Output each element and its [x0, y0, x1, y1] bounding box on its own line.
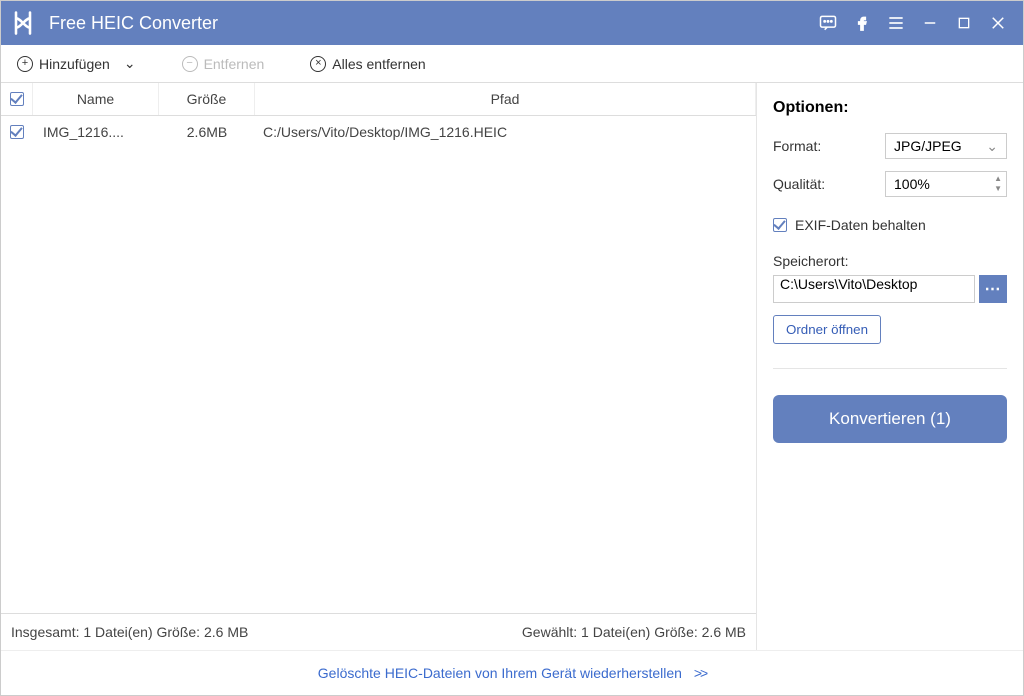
footer-text: Gelöschte HEIC-Dateien von Ihrem Gerät w… [318, 665, 682, 681]
chevron-down-icon: ⌄ [986, 138, 998, 155]
footer-link[interactable]: Gelöschte HEIC-Dateien von Ihrem Gerät w… [1, 650, 1023, 695]
add-button[interactable]: + Hinzufügen ⌄ [17, 55, 136, 72]
row-checkbox[interactable] [1, 124, 33, 140]
format-value: JPG/JPEG [894, 138, 962, 154]
col-size[interactable]: Größe [159, 83, 255, 115]
options-panel: Optionen: Format: JPG/JPEG ⌄ Qualität: 1… [757, 83, 1023, 650]
feedback-icon[interactable] [811, 6, 845, 40]
arrow-right-icon: >> [694, 665, 706, 681]
col-path[interactable]: Pfad [255, 83, 756, 115]
format-select[interactable]: JPG/JPEG ⌄ [885, 133, 1007, 159]
remove-label: Entfernen [204, 56, 265, 72]
plus-icon: + [17, 56, 33, 72]
cell-size: 2.6MB [159, 124, 255, 140]
location-label: Speicherort: [773, 253, 1007, 269]
file-list-panel: Name Größe Pfad IMG_1216.... 2.6MB C:/Us… [1, 83, 757, 650]
open-folder-button[interactable]: Ordner öffnen [773, 315, 881, 344]
table-header: Name Größe Pfad [1, 83, 756, 116]
titlebar: Free HEIC Converter [1, 1, 1023, 45]
quality-value: 100% [894, 176, 930, 192]
app-title: Free HEIC Converter [49, 13, 218, 34]
exif-label: EXIF-Daten behalten [795, 217, 926, 233]
close-icon[interactable] [981, 6, 1015, 40]
maximize-icon[interactable] [947, 6, 981, 40]
browse-button[interactable]: ⋯ [979, 275, 1007, 303]
quality-stepper[interactable]: 100% ▲▼ [885, 171, 1007, 197]
cell-path: C:/Users/Vito/Desktop/IMG_1216.HEIC [255, 124, 756, 140]
options-heading: Optionen: [773, 99, 1007, 117]
remove-all-button[interactable]: × Alles entfernen [310, 56, 425, 72]
minimize-icon[interactable] [913, 6, 947, 40]
app-window: Free HEIC Converter + Hinzufügen ⌄ − Ent… [0, 0, 1024, 696]
table-row[interactable]: IMG_1216.... 2.6MB C:/Users/Vito/Desktop… [1, 116, 756, 148]
select-all-checkbox[interactable] [1, 83, 33, 115]
status-selected: Gewählt: 1 Datei(en) Größe: 2.6 MB [522, 624, 746, 640]
remove-button: − Entfernen [182, 56, 265, 72]
add-label: Hinzufügen [39, 56, 110, 72]
spinner-icon: ▲▼ [994, 175, 1002, 193]
exif-checkbox[interactable] [773, 218, 787, 232]
table-body: IMG_1216.... 2.6MB C:/Users/Vito/Desktop… [1, 116, 756, 613]
divider [773, 368, 1007, 369]
menu-icon[interactable] [879, 6, 913, 40]
status-total: Insgesamt: 1 Datei(en) Größe: 2.6 MB [11, 624, 248, 640]
status-bar: Insgesamt: 1 Datei(en) Größe: 2.6 MB Gew… [1, 613, 756, 650]
remove-all-label: Alles entfernen [332, 56, 425, 72]
chevron-down-icon: ⌄ [124, 55, 136, 72]
app-logo-icon [9, 9, 37, 37]
minus-icon: − [182, 56, 198, 72]
cell-name: IMG_1216.... [33, 124, 159, 140]
quality-label: Qualität: [773, 176, 825, 192]
convert-button[interactable]: Konvertieren (1) [773, 395, 1007, 443]
col-name[interactable]: Name [33, 83, 159, 115]
format-label: Format: [773, 138, 821, 154]
toolbar: + Hinzufügen ⌄ − Entfernen × Alles entfe… [1, 45, 1023, 83]
facebook-icon[interactable] [845, 6, 879, 40]
location-input[interactable]: C:\Users\Vito\Desktop [773, 275, 975, 303]
x-icon: × [310, 56, 326, 72]
